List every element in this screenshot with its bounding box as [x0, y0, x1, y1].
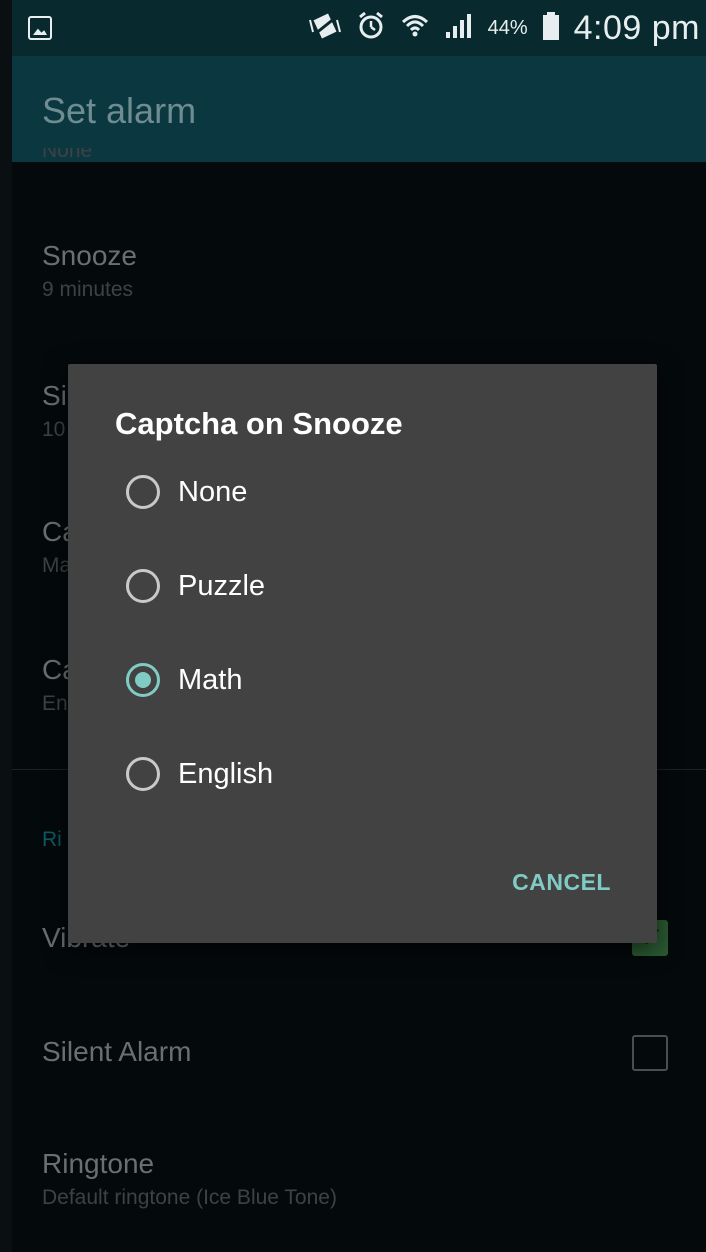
status-icons: 44% 4:09 pm [308, 8, 706, 48]
status-time: 4:09 pm [573, 8, 700, 47]
radio-button[interactable] [126, 475, 160, 509]
option-english[interactable]: English [126, 744, 273, 804]
alarm-icon [356, 11, 386, 45]
option-label: None [178, 475, 248, 508]
cancel-button[interactable]: CANCEL [512, 869, 611, 896]
section-header-ringer: Ri [42, 828, 62, 851]
image-notification-icon [28, 16, 52, 40]
signal-icon [444, 12, 474, 44]
wifi-icon [400, 11, 430, 45]
option-none[interactable]: None [126, 462, 247, 522]
dialog-title: Captcha on Snooze [115, 406, 403, 441]
app-bar: Set alarm [12, 56, 706, 162]
partial-setting: None [42, 148, 93, 160]
battery-percent: 44% [487, 16, 528, 39]
status-bar: 44% 4:09 pm [12, 0, 706, 56]
option-math[interactable]: Math [126, 650, 242, 710]
option-label: English [178, 757, 274, 790]
option-label: Math [178, 663, 243, 696]
vibrate-icon [308, 12, 342, 44]
setting-subtitle: 10 [42, 418, 66, 441]
battery-icon [542, 11, 560, 45]
setting-silence-after[interactable]: Si 10 [42, 380, 67, 442]
setting-title: Si [42, 380, 67, 411]
setting-title: Ringtone [42, 1148, 155, 1179]
radio-button[interactable] [126, 757, 160, 791]
option-label: Puzzle [178, 569, 266, 602]
setting-subtitle: Default ringtone (Ice Blue Tone) [42, 1186, 337, 1209]
radio-button[interactable] [126, 569, 160, 603]
setting-title: Snooze [42, 240, 137, 271]
setting-silent-alarm[interactable]: Silent Alarm [42, 1036, 191, 1068]
setting-title: Silent Alarm [42, 1036, 192, 1067]
option-puzzle[interactable]: Puzzle [126, 556, 265, 616]
page-title: Set alarm [42, 90, 197, 131]
setting-ringtone[interactable]: Ringtone Default ringtone (Ice Blue Tone… [42, 1148, 337, 1210]
captcha-dialog: Captcha on Snooze None Puzzle Math Engli… [68, 364, 657, 943]
setting-subtitle: 9 minutes [42, 278, 134, 301]
radio-button-selected[interactable] [126, 663, 160, 697]
silent-alarm-checkbox[interactable] [632, 1035, 668, 1071]
setting-snooze[interactable]: Snooze 9 minutes [42, 240, 137, 302]
